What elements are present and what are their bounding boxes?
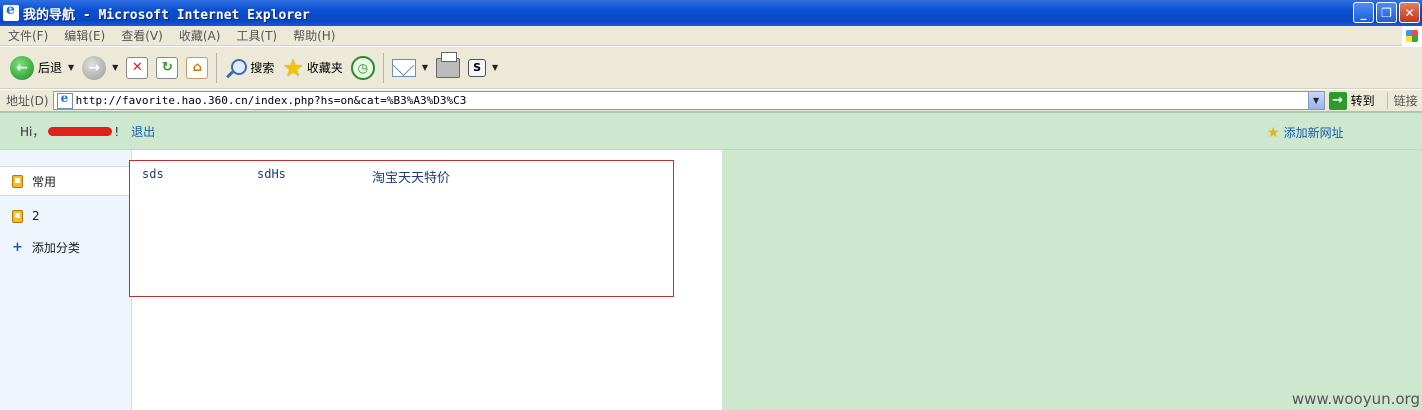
watermark: www.wooyun.org bbox=[1291, 390, 1420, 408]
menu-favorites[interactable]: 收藏(A) bbox=[171, 27, 229, 44]
ie-icon bbox=[3, 2, 19, 21]
menu-tools[interactable]: 工具(T) bbox=[228, 27, 285, 44]
category-icon bbox=[12, 209, 23, 223]
forward-dropdown-icon[interactable]: ▼ bbox=[112, 63, 118, 72]
links-button[interactable]: 链接 bbox=[1386, 92, 1418, 109]
category-item-2[interactable]: 2 bbox=[0, 201, 132, 231]
menu-edit[interactable]: 编辑(E) bbox=[56, 27, 113, 44]
back-arrow-icon: ← bbox=[10, 55, 34, 80]
maximize-button[interactable]: ❐ bbox=[1376, 2, 1397, 23]
redacted-username bbox=[48, 127, 113, 136]
s-dropdown-icon[interactable]: ▼ bbox=[492, 63, 498, 72]
page-icon bbox=[56, 91, 73, 109]
category-item-changyong[interactable]: 常用 bbox=[0, 166, 133, 196]
menu-file[interactable]: 文件(F) bbox=[0, 27, 56, 44]
minimize-button[interactable]: _ bbox=[1353, 2, 1374, 23]
title-bar: 我的导航 - Microsoft Internet Explorer _ ❐ ✕ bbox=[0, 0, 1422, 26]
star-icon: ★ bbox=[282, 53, 304, 82]
logout-link[interactable]: 退出 bbox=[131, 123, 155, 140]
home-button[interactable]: ⌂ bbox=[182, 51, 212, 85]
plus-icon: + bbox=[12, 239, 23, 255]
window-title: 我的导航 - Microsoft Internet Explorer bbox=[23, 7, 310, 23]
windows-logo-icon bbox=[1402, 26, 1422, 46]
go-label: 转到 bbox=[1350, 94, 1375, 108]
site-link[interactable]: 淘宝天天特价 bbox=[372, 167, 450, 186]
close-button[interactable]: ✕ bbox=[1399, 2, 1420, 23]
search-button[interactable]: 搜索 bbox=[221, 51, 278, 85]
greeting-suffix: ! bbox=[114, 124, 120, 139]
mail-button[interactable]: ▼ bbox=[388, 51, 432, 85]
toolbar: ← 后退 ▼ → ▼ ✕ ↻ ⌂ 搜索 ★ 收藏夹 ◷ ▼ S ▼ bbox=[0, 47, 1422, 89]
add-site-link[interactable]: ★ 添加新网址 bbox=[1267, 124, 1344, 141]
category-label: 2 bbox=[32, 209, 40, 223]
menu-view[interactable]: 查看(V) bbox=[113, 27, 171, 44]
window-controls: _ ❐ ✕ bbox=[1353, 2, 1420, 23]
mail-dropdown-icon[interactable]: ▼ bbox=[422, 63, 428, 72]
greeting-prefix: Hi， bbox=[20, 125, 45, 139]
back-button[interactable]: ← 后退 ▼ bbox=[6, 51, 78, 85]
address-field[interactable]: http://favorite.hao.360.cn/index.php?hs=… bbox=[52, 91, 1325, 110]
refresh-button[interactable]: ↻ bbox=[152, 51, 182, 85]
s-toolbar-button[interactable]: S ▼ bbox=[464, 51, 502, 85]
toolbar-separator bbox=[216, 52, 218, 83]
address-dropdown-icon[interactable]: ▼ bbox=[1307, 92, 1324, 109]
greeting: Hi， ! 退出 bbox=[20, 123, 155, 140]
page-header: Hi， ! 退出 ★ 添加新网址 bbox=[0, 112, 1422, 150]
address-url[interactable]: http://favorite.hao.360.cn/index.php?hs=… bbox=[76, 94, 1308, 107]
s-icon: S bbox=[468, 58, 487, 77]
menu-help[interactable]: 帮助(H) bbox=[285, 27, 343, 44]
back-dropdown-icon[interactable]: ▼ bbox=[68, 63, 74, 72]
add-category-label: 添加分类 bbox=[31, 240, 80, 255]
search-label: 搜索 bbox=[250, 61, 275, 75]
site-link[interactable]: sdHs bbox=[257, 167, 286, 181]
print-button[interactable] bbox=[432, 51, 464, 85]
add-site-label: 添加新网址 bbox=[1283, 126, 1344, 140]
go-arrow-icon: → bbox=[1328, 91, 1347, 110]
favorites-label: 收藏夹 bbox=[306, 61, 343, 75]
category-sidebar: 常用 2 + 添加分类 bbox=[0, 150, 133, 410]
history-icon: ◷ bbox=[350, 55, 375, 80]
address-bar: 地址(D) http://favorite.hao.360.cn/index.p… bbox=[0, 90, 1422, 112]
add-category-link[interactable]: + 添加分类 bbox=[0, 232, 132, 262]
forward-button[interactable]: → ▼ bbox=[78, 51, 122, 85]
links-panel: sds sdHs 淘宝天天特价 bbox=[129, 160, 674, 297]
address-label: 地址(D) bbox=[6, 94, 49, 108]
forward-arrow-icon: → bbox=[82, 55, 107, 80]
favorites-button[interactable]: ★ 收藏夹 bbox=[278, 51, 347, 85]
stop-button[interactable]: ✕ bbox=[122, 51, 152, 85]
site-link[interactable]: sds bbox=[142, 167, 164, 181]
home-icon: ⌂ bbox=[186, 56, 209, 79]
refresh-icon: ↻ bbox=[156, 56, 179, 79]
page-background-panel bbox=[722, 150, 1422, 410]
add-star-icon: ★ bbox=[1267, 124, 1280, 141]
stop-icon: ✕ bbox=[126, 56, 149, 79]
back-label: 后退 bbox=[38, 61, 63, 75]
toolbar-separator bbox=[382, 52, 384, 83]
go-button[interactable]: → 转到 bbox=[1328, 91, 1375, 110]
mail-icon bbox=[391, 58, 416, 77]
category-label: 常用 bbox=[32, 174, 57, 189]
menu-bar: 文件(F) 编辑(E) 查看(V) 收藏(A) 工具(T) 帮助(H) bbox=[0, 26, 1422, 46]
category-icon bbox=[12, 174, 23, 188]
search-icon bbox=[225, 57, 248, 79]
history-button[interactable]: ◷ bbox=[347, 51, 379, 85]
printer-icon bbox=[436, 51, 461, 78]
